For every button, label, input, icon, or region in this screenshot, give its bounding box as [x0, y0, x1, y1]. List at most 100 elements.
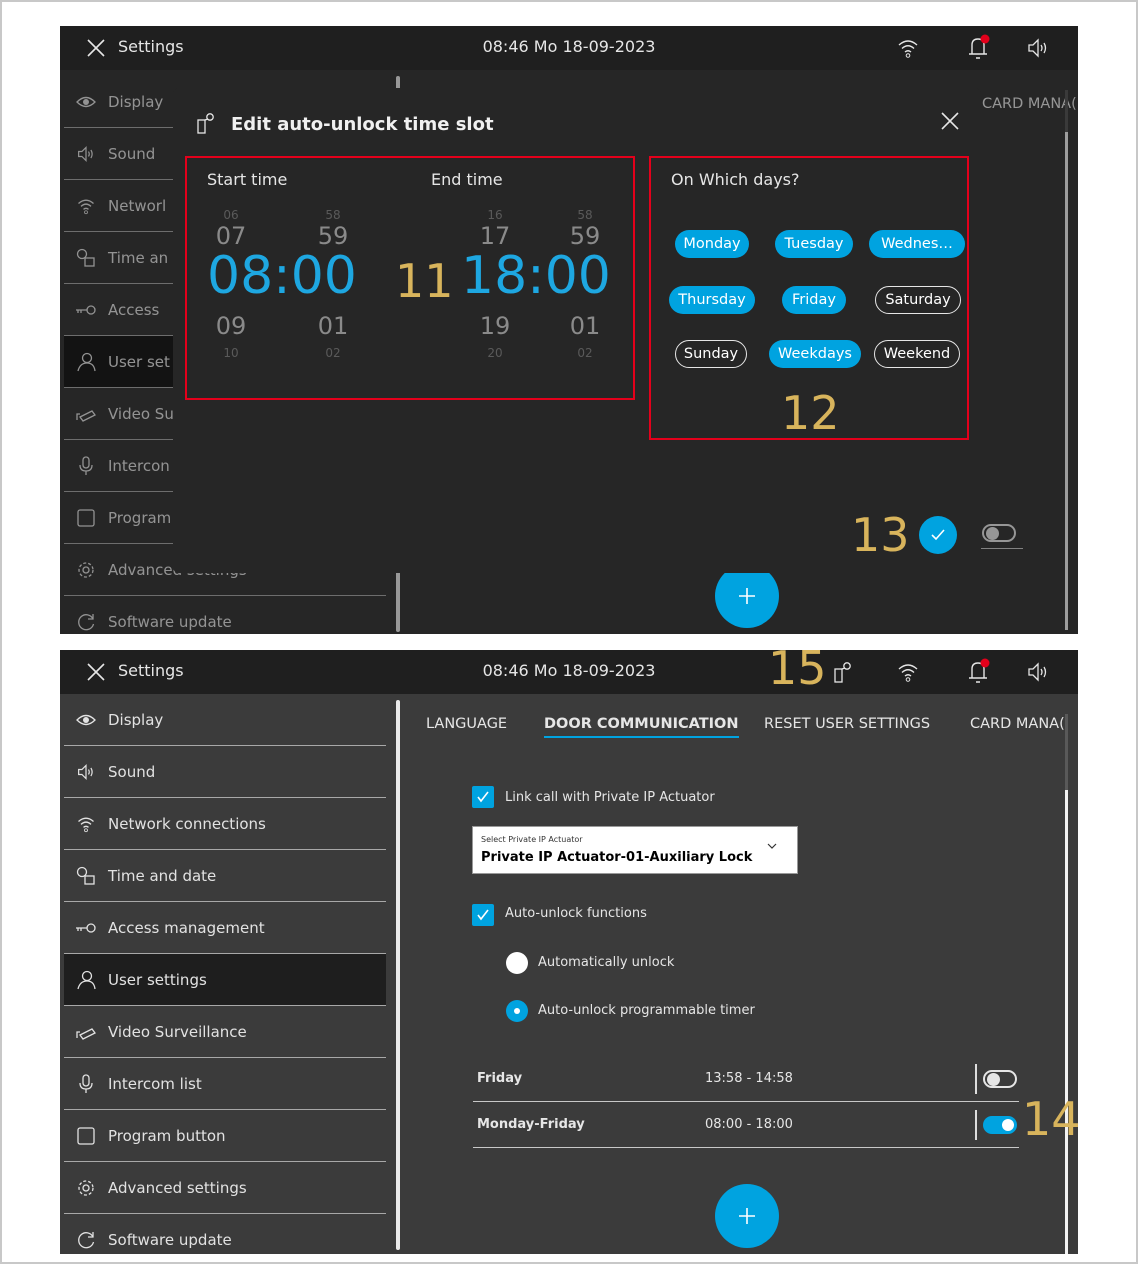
content-scrollbar[interactable]: [1065, 790, 1068, 1254]
plus-icon: [739, 1208, 755, 1224]
close-icon[interactable]: [939, 110, 961, 132]
clock-calendar-icon: [76, 866, 95, 885]
actuator-select[interactable]: Select Private IP Actuator Private IP Ac…: [472, 826, 798, 874]
bell-icon[interactable]: [966, 658, 992, 686]
sidebar-item-program[interactable]: Program button: [64, 1110, 386, 1162]
wifi-icon: [898, 664, 918, 682]
sidebar-item-user-settings[interactable]: User settings: [64, 954, 386, 1006]
tab-reset-user-settings[interactable]: RESET USER SETTINGS: [764, 716, 930, 732]
top-bar: Settings 08:46 Mo 18-09-2023: [60, 26, 1078, 70]
start-time-label: Start time: [207, 170, 288, 189]
sidebar-item-network[interactable]: Network connections: [64, 798, 386, 850]
slot-day: Monday-Friday: [477, 1117, 585, 1132]
dialog-title: Edit auto-unlock time slot: [231, 113, 494, 135]
radio-programmable-timer[interactable]: [506, 1000, 528, 1022]
gear-icon: [78, 1179, 94, 1196]
sidebar-item-label: Program button: [108, 1126, 226, 1145]
user-icon: [77, 970, 96, 989]
top-bar: Settings 08:46 Mo 18-09-2023: [60, 650, 1078, 694]
day-saturday[interactable]: Saturday: [875, 286, 961, 314]
speaker-icon[interactable]: [1026, 37, 1050, 59]
days-label: On Which days?: [671, 170, 800, 189]
content-area: LANGUAGE DOOR COMMUNICATION RESET USER S…: [400, 694, 1078, 1254]
sidebar-item-label: Advanced settings: [108, 1178, 247, 1197]
link-call-checkbox[interactable]: [472, 786, 494, 808]
start-time-value[interactable]: 08:00: [207, 246, 357, 306]
sidebar-item-time[interactable]: Time and date: [64, 850, 386, 902]
slot-time: 13:58 - 14:58: [705, 1071, 793, 1086]
refresh-icon: [78, 1232, 95, 1249]
sidebar-item-video[interactable]: Video Surveillance: [64, 1006, 386, 1058]
slot-separator: [975, 1110, 977, 1140]
sidebar-item-intercom[interactable]: Intercom list: [64, 1058, 386, 1110]
day-sunday[interactable]: Sunday: [675, 340, 747, 368]
start-hour-next2: 10: [223, 346, 239, 360]
slot-toggle[interactable]: [983, 1070, 1017, 1088]
sidebar-item-label: Video Surveillance: [108, 1022, 247, 1041]
sidebar-item-label: Software update: [108, 1231, 232, 1249]
slot-day: Friday: [477, 1071, 523, 1086]
sidebar-item-display[interactable]: Display: [64, 694, 386, 746]
time-slot-row[interactable]: Friday 13:58 - 14:58: [473, 1056, 1019, 1102]
radio-programmable-timer-label: Auto-unlock programmable timer: [538, 1003, 755, 1018]
day-weekdays[interactable]: Weekdays: [769, 340, 861, 368]
start-hour-next[interactable]: 09: [201, 312, 261, 340]
checkmark-icon: [931, 529, 945, 541]
confirm-button[interactable]: [919, 516, 957, 554]
callout-13: 13: [851, 508, 910, 562]
sidebar: Display Sound Network connections Time a…: [60, 694, 386, 1254]
slot-time: 08:00 - 18:00: [705, 1117, 793, 1132]
start-minute-next[interactable]: 01: [303, 312, 363, 340]
add-slot-button[interactable]: [715, 564, 779, 628]
day-monday[interactable]: Monday: [675, 230, 749, 258]
end-time-value[interactable]: 18:00: [461, 246, 611, 306]
end-hour-prev2: 16: [487, 208, 503, 222]
end-minute-prev2: 58: [577, 208, 593, 222]
screen-door-communication: Settings 08:46 Mo 18-09-2023 Display Sou…: [60, 650, 1078, 1254]
tab-language[interactable]: LANGUAGE: [426, 716, 507, 732]
link-call-label: Link call with Private IP Actuator: [505, 790, 715, 805]
radio-automatically-unlock[interactable]: [506, 952, 528, 974]
wifi-icon: [78, 817, 94, 832]
tab-door-communication[interactable]: DOOR COMMUNICATION: [544, 716, 739, 738]
key-icon: [76, 922, 96, 933]
day-thursday[interactable]: Thursday: [669, 286, 755, 314]
square-icon: [77, 1126, 95, 1145]
callout-14: 14: [1022, 1092, 1081, 1146]
chevron-down-icon: [767, 843, 777, 849]
sidebar-item-label: Access management: [108, 918, 265, 937]
end-time-label: End time: [431, 170, 503, 189]
sidebar-item-access[interactable]: Access management: [64, 902, 386, 954]
clock-date: 08:46 Mo 18-09-2023: [482, 661, 656, 680]
end-minute-next2: 02: [577, 346, 593, 360]
bell-icon[interactable]: [966, 34, 992, 62]
end-hour-next2: 20: [487, 346, 503, 360]
end-minute-next[interactable]: 01: [555, 312, 615, 340]
plus-icon: [739, 588, 755, 604]
screen-edit-time-slot: Settings 08:46 Mo 18-09-2023 Display Sou…: [60, 26, 1078, 634]
select-caption: Select Private IP Actuator: [481, 835, 583, 844]
camera-icon: [76, 1027, 96, 1040]
microphone-icon: [79, 1073, 93, 1093]
clock-date: 08:46 Mo 18-09-2023: [482, 37, 656, 56]
auto-unlock-checkbox[interactable]: [472, 904, 494, 926]
add-slot-button[interactable]: [715, 1184, 779, 1248]
day-tuesday[interactable]: Tuesday: [775, 230, 853, 258]
day-friday[interactable]: Friday: [782, 286, 846, 314]
sidebar-item-software[interactable]: Software update: [64, 1214, 386, 1254]
day-weekend[interactable]: Weekend: [874, 340, 960, 368]
tab-card-management[interactable]: CARD MANA(: [970, 716, 1065, 732]
sidebar-item-sound[interactable]: Sound: [64, 746, 386, 798]
end-hour-next[interactable]: 19: [465, 312, 525, 340]
radio-automatically-unlock-label: Automatically unlock: [538, 955, 675, 970]
sidebar-item-label: Network connections: [108, 814, 266, 833]
sidebar-item-label: User settings: [108, 970, 207, 989]
sidebar-item-advanced[interactable]: Advanced settings: [64, 1162, 386, 1214]
checkmark-icon: [477, 791, 489, 803]
slot-toggle[interactable]: [983, 1116, 1017, 1134]
callout-15: 15: [768, 641, 827, 695]
speaker-icon[interactable]: [1026, 661, 1050, 683]
day-wednesday[interactable]: Wednes…: [869, 230, 965, 258]
wifi-icon: [898, 40, 918, 58]
time-slot-row[interactable]: Monday-Friday 08:00 - 18:00: [473, 1102, 1019, 1148]
